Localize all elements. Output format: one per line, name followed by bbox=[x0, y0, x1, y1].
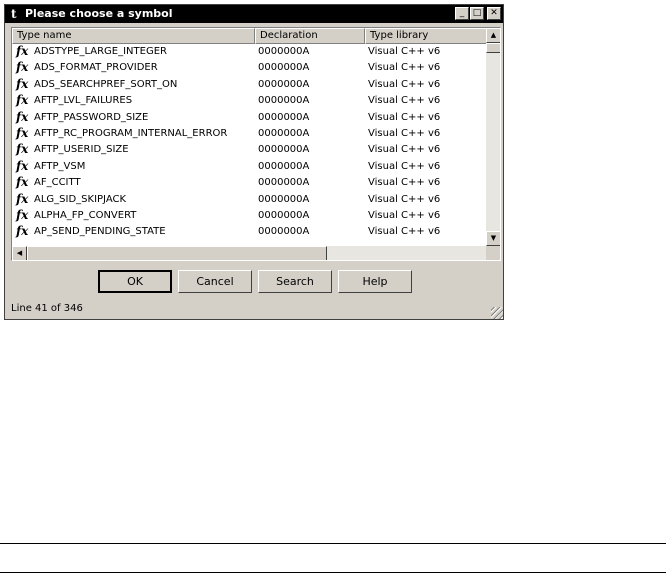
type-name-cell: ADS_SEARCHPREF_SORT_ON bbox=[34, 78, 178, 90]
type-library-cell: Visual C++ v6 bbox=[368, 177, 441, 189]
page-divider-bottom bbox=[0, 572, 666, 573]
function-icon: fx bbox=[16, 158, 29, 173]
close-button[interactable]: ✕ bbox=[487, 7, 501, 20]
vertical-scroll-thumb[interactable] bbox=[486, 43, 500, 53]
declaration-cell: 0000000A bbox=[258, 193, 310, 205]
table-row[interactable]: fx ADS_FORMAT_PROVIDER 0000000A Visual C++ … bbox=[12, 60, 486, 76]
function-icon: fx bbox=[16, 44, 29, 58]
type-library-cell: Visual C++ v6 bbox=[368, 209, 441, 221]
declaration-cell: 0000000A bbox=[258, 144, 310, 156]
list-rows: fx ADSTYPE_LARGE_INTEGER 0000000A Visual C+… bbox=[12, 44, 486, 241]
scroll-up-button[interactable]: ▲ bbox=[486, 28, 500, 43]
type-library-cell: Visual C++ v6 bbox=[368, 95, 441, 107]
type-name-cell: AFTP_LVL_FAILURES bbox=[34, 95, 133, 107]
declaration-cell: 0000000A bbox=[258, 95, 310, 107]
resize-grip-icon[interactable] bbox=[491, 307, 503, 319]
horizontal-scrollbar[interactable]: ◀ bbox=[12, 246, 486, 260]
function-icon: fx bbox=[16, 76, 29, 91]
table-row[interactable]: fx ALPHA_FP_CONVERT 0000000A Visual C++ v6 bbox=[12, 208, 486, 224]
type-library-cell: Visual C++ v6 bbox=[368, 160, 441, 172]
type-name-cell: ADSTYPE_LARGE_INTEGER bbox=[34, 46, 167, 57]
table-row[interactable]: fx AP_SEND_PENDING_STATE 0000000A Visual C+… bbox=[12, 224, 486, 240]
ok-button[interactable]: OK bbox=[98, 270, 172, 293]
type-library-cell: Visual C++ v6 bbox=[368, 78, 441, 90]
table-row[interactable]: fx AFTP_USERID_SIZE 0000000A Visual C++ v6 bbox=[12, 142, 486, 158]
type-library-cell: Visual C++ v6 bbox=[368, 62, 441, 74]
declaration-cell: 0000000A bbox=[258, 226, 310, 238]
declaration-cell: 0000000A bbox=[258, 46, 310, 57]
scrollbar-corner bbox=[486, 246, 500, 260]
status-line: Line 41 of 346 bbox=[11, 303, 83, 314]
type-library-cell: Visual C++ v6 bbox=[368, 127, 441, 139]
type-library-cell: Visual C++ v6 bbox=[368, 226, 441, 238]
type-library-cell: Visual C++ v6 bbox=[368, 144, 441, 156]
symbol-dialog: t Please choose a symbol _ □ ✕ Type name… bbox=[4, 4, 504, 320]
cancel-button[interactable]: Cancel bbox=[178, 270, 252, 293]
declaration-cell: 0000000A bbox=[258, 209, 310, 221]
function-icon: fx bbox=[16, 207, 29, 222]
scroll-down-button[interactable]: ▼ bbox=[486, 231, 500, 246]
function-icon: fx bbox=[16, 125, 29, 140]
type-name-cell: AFTP_PASSWORD_SIZE bbox=[34, 111, 149, 123]
column-header-type-library[interactable]: Type library bbox=[365, 28, 487, 44]
function-icon: fx bbox=[16, 175, 29, 190]
function-icon: fx bbox=[16, 142, 29, 157]
declaration-cell: 0000000A bbox=[258, 78, 310, 90]
column-header-type-name[interactable]: Type name bbox=[12, 28, 255, 44]
window-title: Please choose a symbol bbox=[25, 7, 173, 20]
help-button[interactable]: Help bbox=[338, 270, 412, 293]
table-row[interactable]: fx ADS_SEARCHPREF_SORT_ON 0000000A Visual C… bbox=[12, 77, 486, 93]
type-name-cell: AF_CCITT bbox=[34, 177, 81, 189]
column-header-declaration[interactable]: Declaration bbox=[255, 28, 365, 44]
type-library-cell: Visual C++ v6 bbox=[368, 46, 441, 57]
declaration-cell: 0000000A bbox=[258, 160, 310, 172]
type-library-cell: Visual C++ v6 bbox=[368, 111, 441, 123]
app-icon: t bbox=[11, 7, 17, 21]
minimize-button[interactable]: _ bbox=[455, 7, 469, 20]
type-name-cell: AFTP_USERID_SIZE bbox=[34, 144, 129, 156]
type-library-cell: Visual C++ v6 bbox=[368, 193, 441, 205]
list-header: Type name Declaration Type library bbox=[12, 28, 487, 44]
table-row[interactable]: fx AF_CCITT 0000000A Visual C++ v6 bbox=[12, 175, 486, 191]
function-icon: fx bbox=[16, 224, 29, 239]
declaration-cell: 0000000A bbox=[258, 127, 310, 139]
horizontal-scroll-thumb[interactable] bbox=[27, 246, 327, 260]
declaration-cell: 0000000A bbox=[258, 62, 310, 74]
table-row[interactable]: fx ADSTYPE_LARGE_INTEGER 0000000A Visual C+… bbox=[12, 44, 486, 60]
type-name-cell: ALG_SID_SKIPJACK bbox=[34, 193, 127, 205]
type-name-cell: ADS_FORMAT_PROVIDER bbox=[34, 62, 158, 74]
function-icon: fx bbox=[16, 191, 29, 206]
title-bar[interactable]: t Please choose a symbol _ □ ✕ bbox=[5, 5, 503, 23]
table-row[interactable]: fx ALG_SID_SKIPJACK 0000000A Visual C++ v6 bbox=[12, 192, 486, 208]
table-row[interactable]: fx AFTP_VSM 0000000A Visual C++ v6 bbox=[12, 159, 486, 175]
vertical-scrollbar[interactable]: ▲ ▼ bbox=[486, 28, 500, 246]
symbol-list[interactable]: Type name Declaration Type library fx ADS… bbox=[11, 27, 501, 261]
table-row[interactable]: fx AFTP_PASSWORD_SIZE 0000000A Visual C++ v… bbox=[12, 110, 486, 126]
function-icon: fx bbox=[16, 93, 29, 108]
table-row[interactable]: fx AFTP_LVL_FAILURES 0000000A Visual C++ v6 bbox=[12, 93, 486, 109]
table-row[interactable]: fx AFTP_RC_PROGRAM_INTERNAL_ERROR 0000000A… bbox=[12, 126, 486, 142]
page-divider-top bbox=[0, 543, 666, 544]
declaration-cell: 0000000A bbox=[258, 111, 310, 123]
type-name-cell: AFTP_VSM bbox=[34, 160, 86, 172]
function-icon: fx bbox=[16, 60, 29, 75]
search-button[interactable]: Search bbox=[258, 270, 332, 293]
maximize-button[interactable]: □ bbox=[470, 7, 484, 20]
scroll-left-button[interactable]: ◀ bbox=[12, 246, 27, 260]
type-name-cell: ALPHA_FP_CONVERT bbox=[34, 209, 137, 221]
type-name-cell: AP_SEND_PENDING_STATE bbox=[34, 226, 166, 238]
type-name-cell: AFTP_RC_PROGRAM_INTERNAL_ERROR bbox=[34, 127, 228, 139]
declaration-cell: 0000000A bbox=[258, 177, 310, 189]
function-icon: fx bbox=[16, 109, 29, 124]
